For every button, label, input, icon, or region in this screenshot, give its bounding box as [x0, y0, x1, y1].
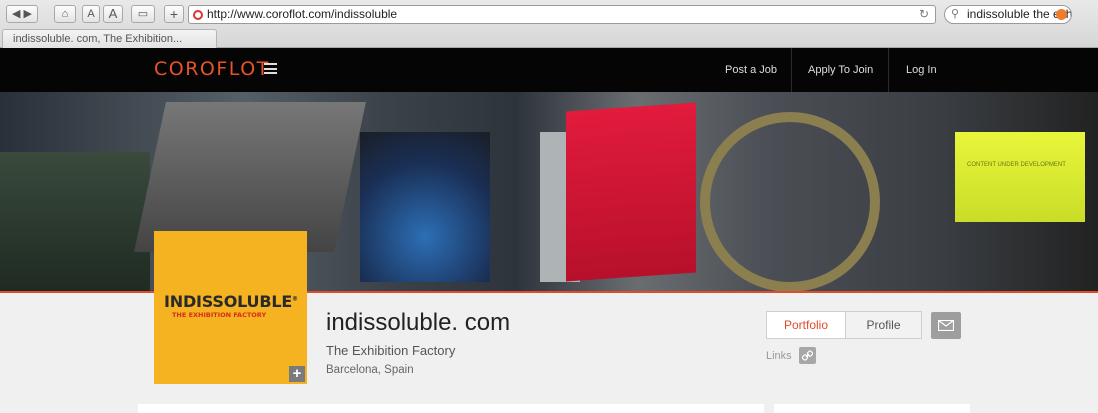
search-icon: ⚲	[951, 8, 960, 20]
home-icon[interactable]: ⌂	[54, 5, 76, 23]
address-bar[interactable]: http://www.coroflot.com/indissoluble ↻	[188, 5, 936, 24]
nav-log-in[interactable]: Log In	[906, 48, 937, 92]
search-engine-icon	[1056, 9, 1067, 20]
profile-avatar: INDISSOLUBLE® THE EXHIBITION FACTORY +	[154, 231, 307, 384]
tab-portfolio[interactable]: Portfolio	[767, 312, 845, 338]
banner-shape	[566, 102, 696, 282]
reload-icon[interactable]: ↻	[919, 6, 929, 23]
nav-divider	[888, 48, 889, 92]
add-bookmark-icon[interactable]: +	[164, 5, 184, 23]
content-panel	[138, 404, 764, 413]
banner-shape	[0, 152, 150, 292]
tab-strip: indissoluble. com, The Exhibition...	[0, 28, 1098, 48]
menu-icon[interactable]	[264, 63, 277, 74]
message-button[interactable]	[931, 312, 961, 339]
browser-tab-active[interactable]: indissoluble. com, The Exhibition...	[2, 29, 217, 48]
nav-apply-to-join[interactable]: Apply To Join	[808, 48, 873, 92]
sidebar-panel	[774, 404, 970, 413]
nav-divider	[791, 48, 792, 92]
banner-shape	[700, 112, 880, 292]
text-smaller-button[interactable]: A	[82, 5, 100, 23]
banner-screen: CONTENT UNDER DEVELOPMENT	[955, 132, 1085, 222]
profile-name: indissoluble. com	[326, 309, 511, 336]
banner-screen-text: CONTENT UNDER DEVELOPMENT	[967, 162, 1066, 168]
link-icon[interactable]	[799, 347, 816, 364]
search-input[interactable]: ⚲ indissoluble the exhi	[944, 5, 1072, 24]
url-text: http://www.coroflot.com/indissoluble	[207, 7, 398, 21]
bookmarks-icon[interactable]: ▭	[131, 5, 155, 23]
text-larger-button[interactable]: A	[103, 5, 123, 23]
profile-tabs: Portfolio Profile	[766, 311, 922, 339]
chain-link-icon	[802, 350, 813, 361]
avatar-tagline: THE EXHIBITION FACTORY	[172, 311, 267, 319]
browser-toolbar: ◀ ▶ ⌂ A A ▭ + http://www.coroflot.com/in…	[0, 0, 1098, 28]
nav-post-a-job[interactable]: Post a Job	[725, 48, 777, 92]
site-header: COROFLOT Post a Job Apply To Join Log In	[0, 48, 1098, 92]
add-follow-icon[interactable]: +	[289, 366, 305, 382]
site-logo[interactable]: COROFLOT	[154, 58, 270, 80]
links-label: Links	[766, 350, 792, 362]
envelope-icon	[938, 320, 954, 331]
browser-chrome: ◀ ▶ ⌂ A A ▭ + http://www.coroflot.com/in…	[0, 0, 1098, 48]
avatar-brand: INDISSOLUBLE®	[164, 292, 298, 311]
profile-subtitle: The Exhibition Factory	[326, 343, 456, 358]
banner-shape	[360, 132, 490, 282]
profile-location: Barcelona, Spain	[326, 364, 414, 376]
back-forward-buttons[interactable]: ◀ ▶	[6, 5, 38, 23]
banner-shape	[134, 102, 366, 252]
tab-profile[interactable]: Profile	[845, 312, 921, 338]
site-favicon-icon	[193, 10, 203, 20]
